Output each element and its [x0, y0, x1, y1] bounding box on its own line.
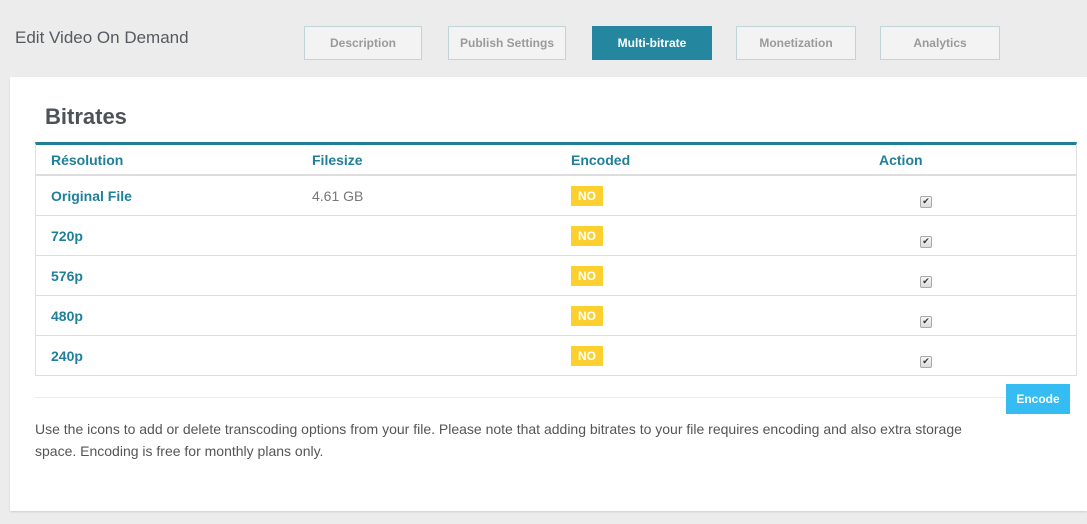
action-cell: ✔: [864, 184, 1076, 208]
action-cell: ✔: [864, 264, 1076, 288]
resolution-cell: 480p: [51, 307, 83, 324]
encoded-status-badge: NO: [571, 225, 603, 246]
encoded-cell: NO: [556, 185, 864, 206]
tab-description[interactable]: Description: [304, 26, 422, 60]
encoded-status-badge: NO: [571, 265, 603, 286]
column-header-encoded: Encoded: [571, 151, 631, 168]
action-cell: ✔: [864, 344, 1076, 368]
table-row: 720p NO ✔: [36, 216, 1076, 256]
divider: [35, 397, 1005, 398]
action-checkbox[interactable]: ✔: [920, 275, 932, 288]
bitrates-table: Résolution Filesize Encoded Action Origi…: [35, 142, 1077, 376]
tab-publish-settings[interactable]: Publish Settings: [448, 26, 566, 60]
column-header-action: Action: [879, 151, 923, 168]
action-cell: ✔: [864, 224, 1076, 248]
section-title: Bitrates: [45, 104, 127, 129]
content-panel: Bitrates Résolution Filesize Encoded Act…: [10, 77, 1087, 511]
page-title: Edit Video On Demand: [15, 28, 189, 47]
action-checkbox[interactable]: ✔: [920, 355, 932, 368]
encoded-cell: NO: [556, 345, 864, 366]
tab-multi-bitrate[interactable]: Multi-bitrate: [592, 26, 712, 60]
action-cell: ✔: [864, 304, 1076, 328]
resolution-cell: 240p: [51, 347, 83, 364]
column-header-resolution: Résolution: [51, 151, 124, 168]
encoded-status-badge: NO: [571, 345, 603, 366]
resolution-cell: 720p: [51, 227, 83, 244]
resolution-cell: 576p: [51, 267, 83, 284]
help-note: Use the icons to add or delete transcodi…: [35, 421, 962, 459]
table-row: 240p NO ✔: [36, 336, 1076, 376]
action-checkbox[interactable]: ✔: [920, 315, 932, 328]
filesize-cell: 4.61 GB: [312, 187, 364, 204]
encoded-status-badge: NO: [571, 185, 603, 206]
encode-button[interactable]: Encode: [1006, 384, 1070, 414]
encoded-cell: NO: [556, 265, 864, 286]
action-checkbox[interactable]: ✔: [920, 195, 932, 208]
resolution-cell: Original File: [51, 187, 132, 204]
table-header-row: Résolution Filesize Encoded Action: [36, 145, 1076, 176]
encoded-cell: NO: [556, 305, 864, 326]
table-row: Original File 4.61 GB NO ✔: [36, 176, 1076, 216]
column-header-filesize: Filesize: [312, 151, 363, 168]
action-checkbox[interactable]: ✔: [920, 235, 932, 248]
encoded-cell: NO: [556, 225, 864, 246]
tab-analytics[interactable]: Analytics: [880, 26, 1000, 60]
encoded-status-badge: NO: [571, 305, 603, 326]
tab-monetization[interactable]: Monetization: [736, 26, 856, 60]
table-row: 480p NO ✔: [36, 296, 1076, 336]
table-row: 576p NO ✔: [36, 256, 1076, 296]
